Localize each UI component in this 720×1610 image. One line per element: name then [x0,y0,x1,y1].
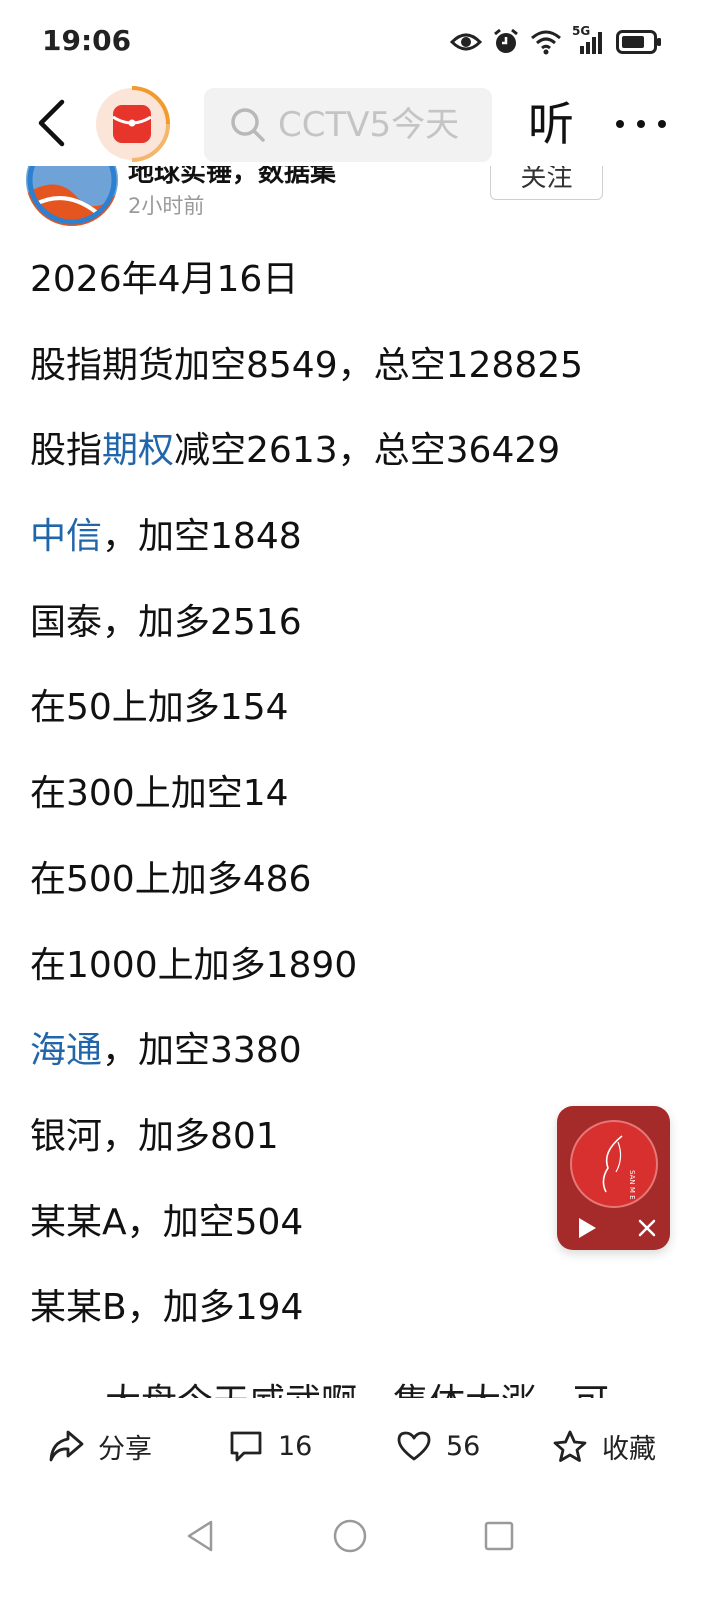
back-button[interactable] [28,96,74,150]
more-icon [616,120,624,128]
topic-link-citic[interactable]: 中信 [30,516,102,557]
status-time: 19:06 [42,24,132,57]
topic-link-haitong[interactable]: 海通 [30,1030,102,1071]
article-line: 在300上加空14 [30,773,289,815]
back-triangle-icon [187,1520,213,1552]
article-line: 在500上加多486 [30,858,312,900]
heart-icon [397,1431,431,1461]
article-line: 某某B，加多194 [30,1287,304,1329]
top-nav: 听 [0,82,720,166]
back-arrow-icon [38,99,65,147]
search-box[interactable] [204,88,492,162]
wifi-icon [531,30,561,55]
audio-disc[interactable]: SAN M E [570,1120,658,1208]
comment-button[interactable]: 16 [228,1426,312,1466]
status-bar: 19:06 5G [0,0,720,82]
recents-square-icon [484,1521,514,1551]
signal-icon: 5G [572,24,606,56]
article-line: 在50上加多154 [30,687,289,729]
listen-button[interactable]: 听 [528,96,574,152]
article-line: 股指期权减空2613，总空36429 [30,430,561,472]
star-icon [553,1430,587,1462]
eye-icon [450,33,482,51]
alarm-icon [494,28,518,53]
close-player-button[interactable] [631,1212,663,1244]
favorite-label: 收藏 [602,1433,656,1465]
share-icon [49,1430,84,1462]
play-icon [579,1218,596,1238]
system-recents-button[interactable] [477,1514,521,1558]
home-circle-icon [333,1519,367,1553]
search-input[interactable] [278,105,488,145]
comment-count: 16 [278,1430,313,1462]
article-date: 2026年4月16日 [30,259,299,300]
like-count: 56 [446,1430,481,1462]
app-logo[interactable] [93,85,171,163]
comment-icon [230,1431,262,1462]
battery-icon [616,30,661,54]
share-label: 分享 [98,1433,152,1465]
system-nav-bar [0,1500,720,1610]
system-back-button[interactable] [178,1514,222,1558]
article-line: 在1000上加多1890 [30,944,358,986]
article-line: 国泰，加多2516 [30,601,302,643]
system-home-button[interactable] [328,1514,372,1558]
action-bar: 分享 16 56 收藏 [0,1398,720,1498]
article-line: 中信，加空1848 [30,516,302,558]
svg-text:SAN M E: SAN M E [628,1170,636,1200]
post-time: 2小时前 [128,194,205,218]
close-icon [638,1219,656,1237]
article-line: 股指期货加空8549，总空128825 [30,344,584,386]
play-button[interactable] [571,1212,603,1244]
topic-link-options[interactable]: 期权 [102,430,174,471]
status-icons: 5G [450,24,662,58]
more-button[interactable] [616,102,666,146]
share-button[interactable]: 分享 [48,1426,152,1466]
article-line: 海通，加空3380 [30,1030,302,1072]
favorite-button[interactable]: 收藏 [552,1426,656,1466]
like-button[interactable]: 56 [396,1426,480,1466]
search-icon [231,108,265,142]
floating-audio-player[interactable]: SAN M E [557,1106,670,1250]
